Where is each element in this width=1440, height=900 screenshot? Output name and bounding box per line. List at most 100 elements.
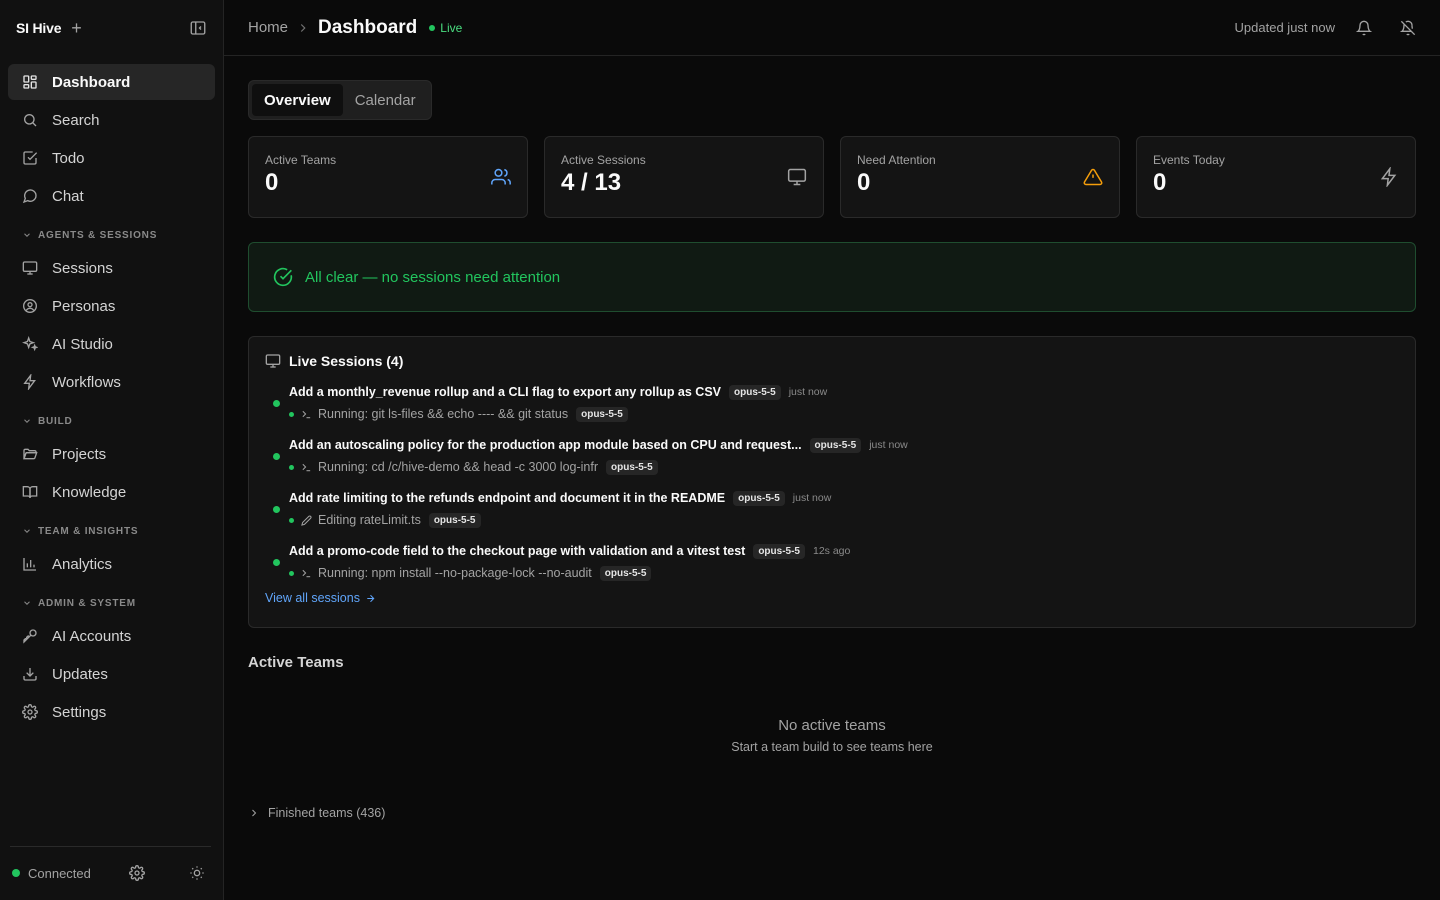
section-team-insights[interactable]: TEAM & INSIGHTS [8, 516, 215, 546]
sidebar-footer: Connected [0, 846, 223, 900]
session-row[interactable]: Add a monthly_revenue rollup and a CLI f… [265, 383, 1399, 424]
finished-teams-toggle[interactable]: Finished teams (436) [248, 806, 1416, 820]
model-badge: opus-5-5 [733, 490, 785, 506]
model-badge: opus-5-5 [729, 384, 781, 400]
terminal-icon [302, 569, 311, 577]
todo-icon [23, 151, 38, 165]
sidebar-item-knowledge[interactable]: Knowledge [8, 474, 215, 510]
zap-icon [1380, 167, 1397, 187]
sidebar-item-search[interactable]: Search [8, 102, 215, 138]
sidebar-collapse-icon[interactable] [189, 19, 207, 37]
bell-off-icon[interactable] [1400, 20, 1416, 36]
session-time: 12s ago [812, 545, 851, 557]
brand-row: SI Hive + [0, 0, 223, 56]
sidebar-item-label: Workflows [52, 373, 121, 391]
section-build[interactable]: BUILD [8, 406, 215, 436]
sidebar-item-label: Projects [52, 445, 107, 463]
connection-status: Connected [28, 865, 91, 881]
stat-value: 0 [265, 169, 279, 196]
bell-icon[interactable] [1356, 20, 1372, 36]
session-activity: Running: npm install --no-package-lock -… [318, 566, 592, 580]
activity-dot [289, 411, 294, 417]
view-tabs: Overview Calendar [248, 80, 432, 120]
live-label: Live [440, 20, 463, 35]
model-badge: opus-5-5 [753, 543, 805, 559]
section-admin-system[interactable]: ADMIN & SYSTEM [8, 588, 215, 618]
updated-status: Updated just now [1234, 20, 1335, 35]
chevron-down-icon [24, 419, 30, 423]
search-icon [24, 114, 37, 127]
chevron-right-icon [252, 809, 257, 817]
sidebar-item-analytics[interactable]: Analytics [8, 546, 215, 582]
top-bar: Home Dashboard Live Updated just now [224, 0, 1440, 56]
session-time: just now [869, 439, 908, 451]
stat-value: 0 [857, 169, 871, 196]
terminal-icon [302, 410, 311, 418]
activity-dot [289, 517, 294, 523]
section-label: TEAM & INSIGHTS [38, 525, 139, 537]
sidebar-item-personas[interactable]: Personas [8, 288, 215, 324]
monitor-icon [22, 261, 38, 275]
sidebar-item-label: Knowledge [52, 483, 127, 501]
sidebar-item-dashboard[interactable]: Dashboard [8, 64, 215, 100]
session-time: just now [788, 386, 828, 398]
sidebar-item-updates[interactable]: Updates [8, 656, 215, 692]
session-row[interactable]: Add a promo-code field to the checkout p… [265, 542, 1399, 583]
session-title[interactable]: Add rate limiting to the refunds endpoin… [289, 491, 725, 505]
sidebar: SI Hive + Dashboard Search Todo Chat AGE… [0, 0, 224, 900]
stat-label: Events Today [1153, 153, 1225, 167]
sidebar-item-settings[interactable]: Settings [8, 694, 215, 730]
model-badge: opus-5-5 [428, 512, 481, 528]
gear-icon[interactable] [129, 865, 145, 881]
sidebar-item-projects[interactable]: Projects [8, 436, 215, 472]
stat-label: Active Sessions [561, 153, 646, 167]
sidebar-nav: Dashboard Search Todo Chat AGENTS & SESS… [0, 56, 223, 730]
stat-card-need-attention[interactable]: Need Attention 0 [840, 136, 1120, 218]
model-badge: opus-5-5 [606, 459, 658, 475]
sidebar-item-ai-accounts[interactable]: AI Accounts [8, 618, 215, 654]
session-status-dot [273, 400, 280, 407]
stat-value: 0 [1153, 169, 1167, 196]
breadcrumb-home[interactable]: Home [248, 19, 288, 36]
session-activity: Editing rateLimit.ts [318, 513, 421, 527]
check-circle-icon [273, 267, 293, 287]
stat-card-events-today[interactable]: Events Today 0 [1136, 136, 1416, 218]
sidebar-item-chat[interactable]: Chat [8, 178, 215, 214]
session-row[interactable]: Add rate limiting to the refunds endpoin… [265, 489, 1399, 530]
live-indicator: Live [429, 21, 462, 35]
monitor-icon [787, 168, 807, 186]
live-sessions-header: Live Sessions (4) [265, 353, 1399, 369]
stat-card-active-sessions[interactable]: Active Sessions 4 / 13 [544, 136, 824, 218]
session-row[interactable]: Add an autoscaling policy for the produc… [265, 436, 1399, 477]
section-agents-sessions[interactable]: AGENTS & SESSIONS [8, 220, 215, 250]
sidebar-item-ai-studio[interactable]: AI Studio [8, 326, 215, 362]
sidebar-item-todo[interactable]: Todo [8, 140, 215, 176]
view-all-sessions-link[interactable]: View all sessions [265, 591, 1399, 605]
model-badge: opus-5-5 [576, 406, 628, 422]
session-activity: Running: cd /c/hive-demo && head -c 3000… [318, 460, 599, 474]
sidebar-item-label: Updates [52, 665, 108, 683]
sidebar-item-workflows[interactable]: Workflows [8, 364, 215, 400]
stat-card-active-teams[interactable]: Active Teams 0 [248, 136, 528, 218]
session-activity: Running: git ls-files && echo ---- && gi… [318, 407, 569, 421]
tab-overview[interactable]: Overview [252, 84, 343, 116]
sun-icon[interactable] [189, 865, 205, 881]
session-title[interactable]: Add a promo-code field to the checkout p… [289, 544, 745, 558]
sidebar-item-sessions[interactable]: Sessions [8, 250, 215, 286]
brand-name[interactable]: SI Hive [16, 20, 61, 36]
book-open-icon [22, 486, 38, 499]
gear-icon [22, 704, 38, 720]
connection-status-dot [12, 869, 20, 877]
new-plus-icon[interactable]: + [71, 19, 82, 37]
session-title[interactable]: Add an autoscaling policy for the produc… [289, 438, 802, 452]
sparkles-icon [22, 336, 38, 352]
sidebar-item-label: Chat [52, 187, 84, 205]
tab-calendar[interactable]: Calendar [343, 84, 428, 116]
sidebar-item-label: AI Studio [52, 335, 113, 353]
folder-open-icon [23, 448, 38, 460]
dashboard-icon [23, 75, 37, 89]
session-title[interactable]: Add a monthly_revenue rollup and a CLI f… [289, 385, 721, 399]
arrow-right-icon [367, 594, 375, 602]
chevron-right-icon [300, 23, 306, 32]
activity-dot [289, 464, 294, 470]
